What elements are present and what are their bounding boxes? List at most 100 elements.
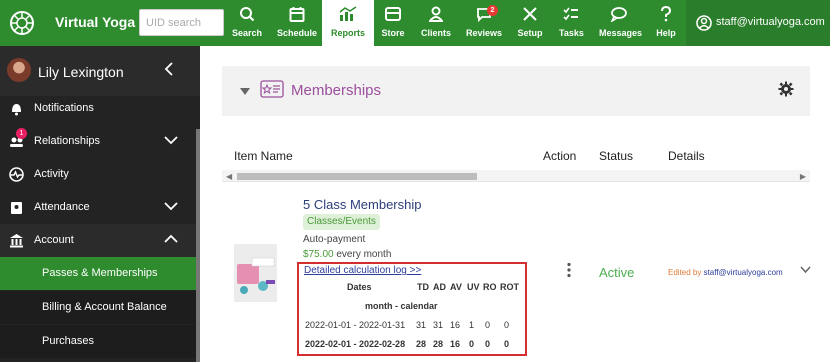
nav-label: Clients <box>420 28 451 38</box>
nav-messages[interactable]: Messages <box>599 0 643 46</box>
membership-image <box>234 244 277 302</box>
col-header-item: Item Name <box>234 149 293 163</box>
nav-clients[interactable]: Clients <box>420 0 452 46</box>
nav-tasks[interactable]: Tasks <box>559 0 584 46</box>
person-icon <box>429 6 443 22</box>
sidebar-item-activity[interactable]: Activity <box>0 158 196 191</box>
uid-search-input[interactable] <box>139 9 224 36</box>
sidebar-item-label: Activity <box>34 168 69 180</box>
calc-col: AV <box>450 282 462 292</box>
details-text: Edited by staff@virtualyoga.com <box>668 268 783 277</box>
membership-title[interactable]: 5 Class Membership <box>303 197 422 212</box>
sidebar-item-relationships[interactable]: 1 Relationships <box>0 125 196 158</box>
question-icon <box>661 6 672 22</box>
reviews-badge: 2 <box>487 5 498 16</box>
calc-period: month - calendar <box>365 301 438 311</box>
more-vertical-icon[interactable] <box>566 262 572 278</box>
detailed-calculation-log-link[interactable]: Detailed calculation log >> <box>304 265 421 276</box>
editor-link[interactable]: staff@virtualyoga.com <box>704 268 783 277</box>
collapse-triangle-icon[interactable] <box>240 88 250 95</box>
nav-help[interactable]: Help <box>654 0 678 46</box>
checklist-icon <box>563 7 578 21</box>
messages-icon <box>610 7 627 22</box>
sidebar-item-label: Account <box>34 234 74 246</box>
nav-label: Reviews <box>466 28 503 38</box>
sidebar-item-notifications[interactable]: Notifications <box>0 92 196 125</box>
chevron-left-icon[interactable] <box>164 62 174 76</box>
user-circle-icon <box>696 15 712 31</box>
chevron-down-icon[interactable] <box>800 266 811 274</box>
scrollbar-thumb[interactable] <box>237 173 477 180</box>
sidebar-item-account[interactable]: Account <box>0 224 196 257</box>
calc-col: TD <box>417 282 429 292</box>
scroll-right-icon[interactable]: ▶ <box>800 172 806 181</box>
sidebar-item-passes-memberships[interactable]: Passes & Memberships <box>0 257 196 290</box>
calc-col: UV <box>467 282 480 292</box>
calc-dates: 2022-02-01 - 2022-02-28 <box>305 339 406 349</box>
table-horizontal-scrollbar[interactable]: ◀ ▶ <box>222 170 810 182</box>
calc-val: 28 <box>416 339 427 349</box>
payment-type: Auto-payment <box>303 234 366 245</box>
calc-val: 31 <box>433 320 444 330</box>
sidebar-item-label: Attendance <box>34 201 90 213</box>
gear-icon[interactable] <box>778 81 794 97</box>
price-line: $75.00 every month <box>303 249 391 260</box>
nav-label: Setup <box>517 28 543 38</box>
scroll-left-icon[interactable]: ◀ <box>226 172 232 181</box>
calc-val: 0 <box>504 339 510 349</box>
nav-setup[interactable]: Setup <box>517 0 543 46</box>
relationships-badge: 1 <box>16 128 27 139</box>
category-tag: Classes/Events <box>303 214 380 230</box>
top-bar: Virtual Yoga Search Schedule Reports Sto… <box>0 0 830 46</box>
logo-icon[interactable] <box>8 9 36 37</box>
nav-label: Tasks <box>559 28 584 38</box>
price: $75.00 <box>303 249 334 260</box>
calc-col-dates: Dates <box>347 282 372 292</box>
attendance-icon <box>11 202 22 214</box>
membership-card-icon <box>260 80 284 98</box>
profile-header: Lily Lexington <box>0 46 200 96</box>
nav-label: Reports <box>330 28 365 38</box>
sidebar-item-label: Relationships <box>34 135 101 147</box>
nav-search[interactable]: Search <box>232 0 262 46</box>
panel-title: Memberships <box>291 82 382 99</box>
nav-schedule[interactable]: Schedule <box>276 0 318 46</box>
nav-store[interactable]: Store <box>379 0 407 46</box>
calc-val: 28 <box>433 339 444 349</box>
profile-name: Lily Lexington <box>38 64 124 80</box>
chart-icon <box>339 6 357 21</box>
calc-dates: 2022-01-01 - 2022-01-31 <box>305 320 406 330</box>
bell-icon <box>12 104 21 116</box>
store-icon <box>385 7 401 21</box>
sidebar-item-label: Purchases <box>42 335 94 347</box>
calc-val: 1 <box>469 320 475 330</box>
nav-label: Help <box>656 28 676 38</box>
calc-val: 0 <box>485 320 491 330</box>
details-prefix: Edited by <box>668 268 704 277</box>
nav-label: Search <box>232 28 263 38</box>
user-email: staff@virtualyoga.com <box>716 16 825 28</box>
calendar-icon <box>289 7 305 22</box>
nav-label: Schedule <box>276 28 317 38</box>
col-header-details: Details <box>668 149 705 163</box>
sidebar-item-billing[interactable]: Billing & Account Balance <box>0 291 196 324</box>
user-menu[interactable]: staff@virtualyoga.com <box>686 0 830 46</box>
nav-reviews[interactable]: 2 Reviews <box>466 0 502 46</box>
price-suffix: every month <box>333 249 392 260</box>
sidebar-item-attendance[interactable]: Attendance <box>0 191 196 224</box>
calculation-log-highlight: Detailed calculation log >> Dates TD AD … <box>297 262 527 356</box>
calc-col: AD <box>433 282 446 292</box>
memberships-panel-header[interactable]: Memberships <box>222 66 810 116</box>
avatar[interactable] <box>7 58 31 82</box>
calc-val: 16 <box>450 339 461 349</box>
calc-val: 0 <box>469 339 475 349</box>
col-header-status: Status <box>599 149 634 163</box>
sidebar: Lily Lexington Notifications 1 Relations… <box>0 46 200 362</box>
nav-reports[interactable]: Reports <box>322 0 374 46</box>
nav-label: Messages <box>599 28 643 38</box>
calc-val: 31 <box>416 320 427 330</box>
search-icon <box>240 7 255 22</box>
sidebar-item-purchases[interactable]: Purchases <box>0 325 196 358</box>
col-header-action: Action <box>543 149 577 163</box>
chevron-down-icon <box>164 136 178 145</box>
